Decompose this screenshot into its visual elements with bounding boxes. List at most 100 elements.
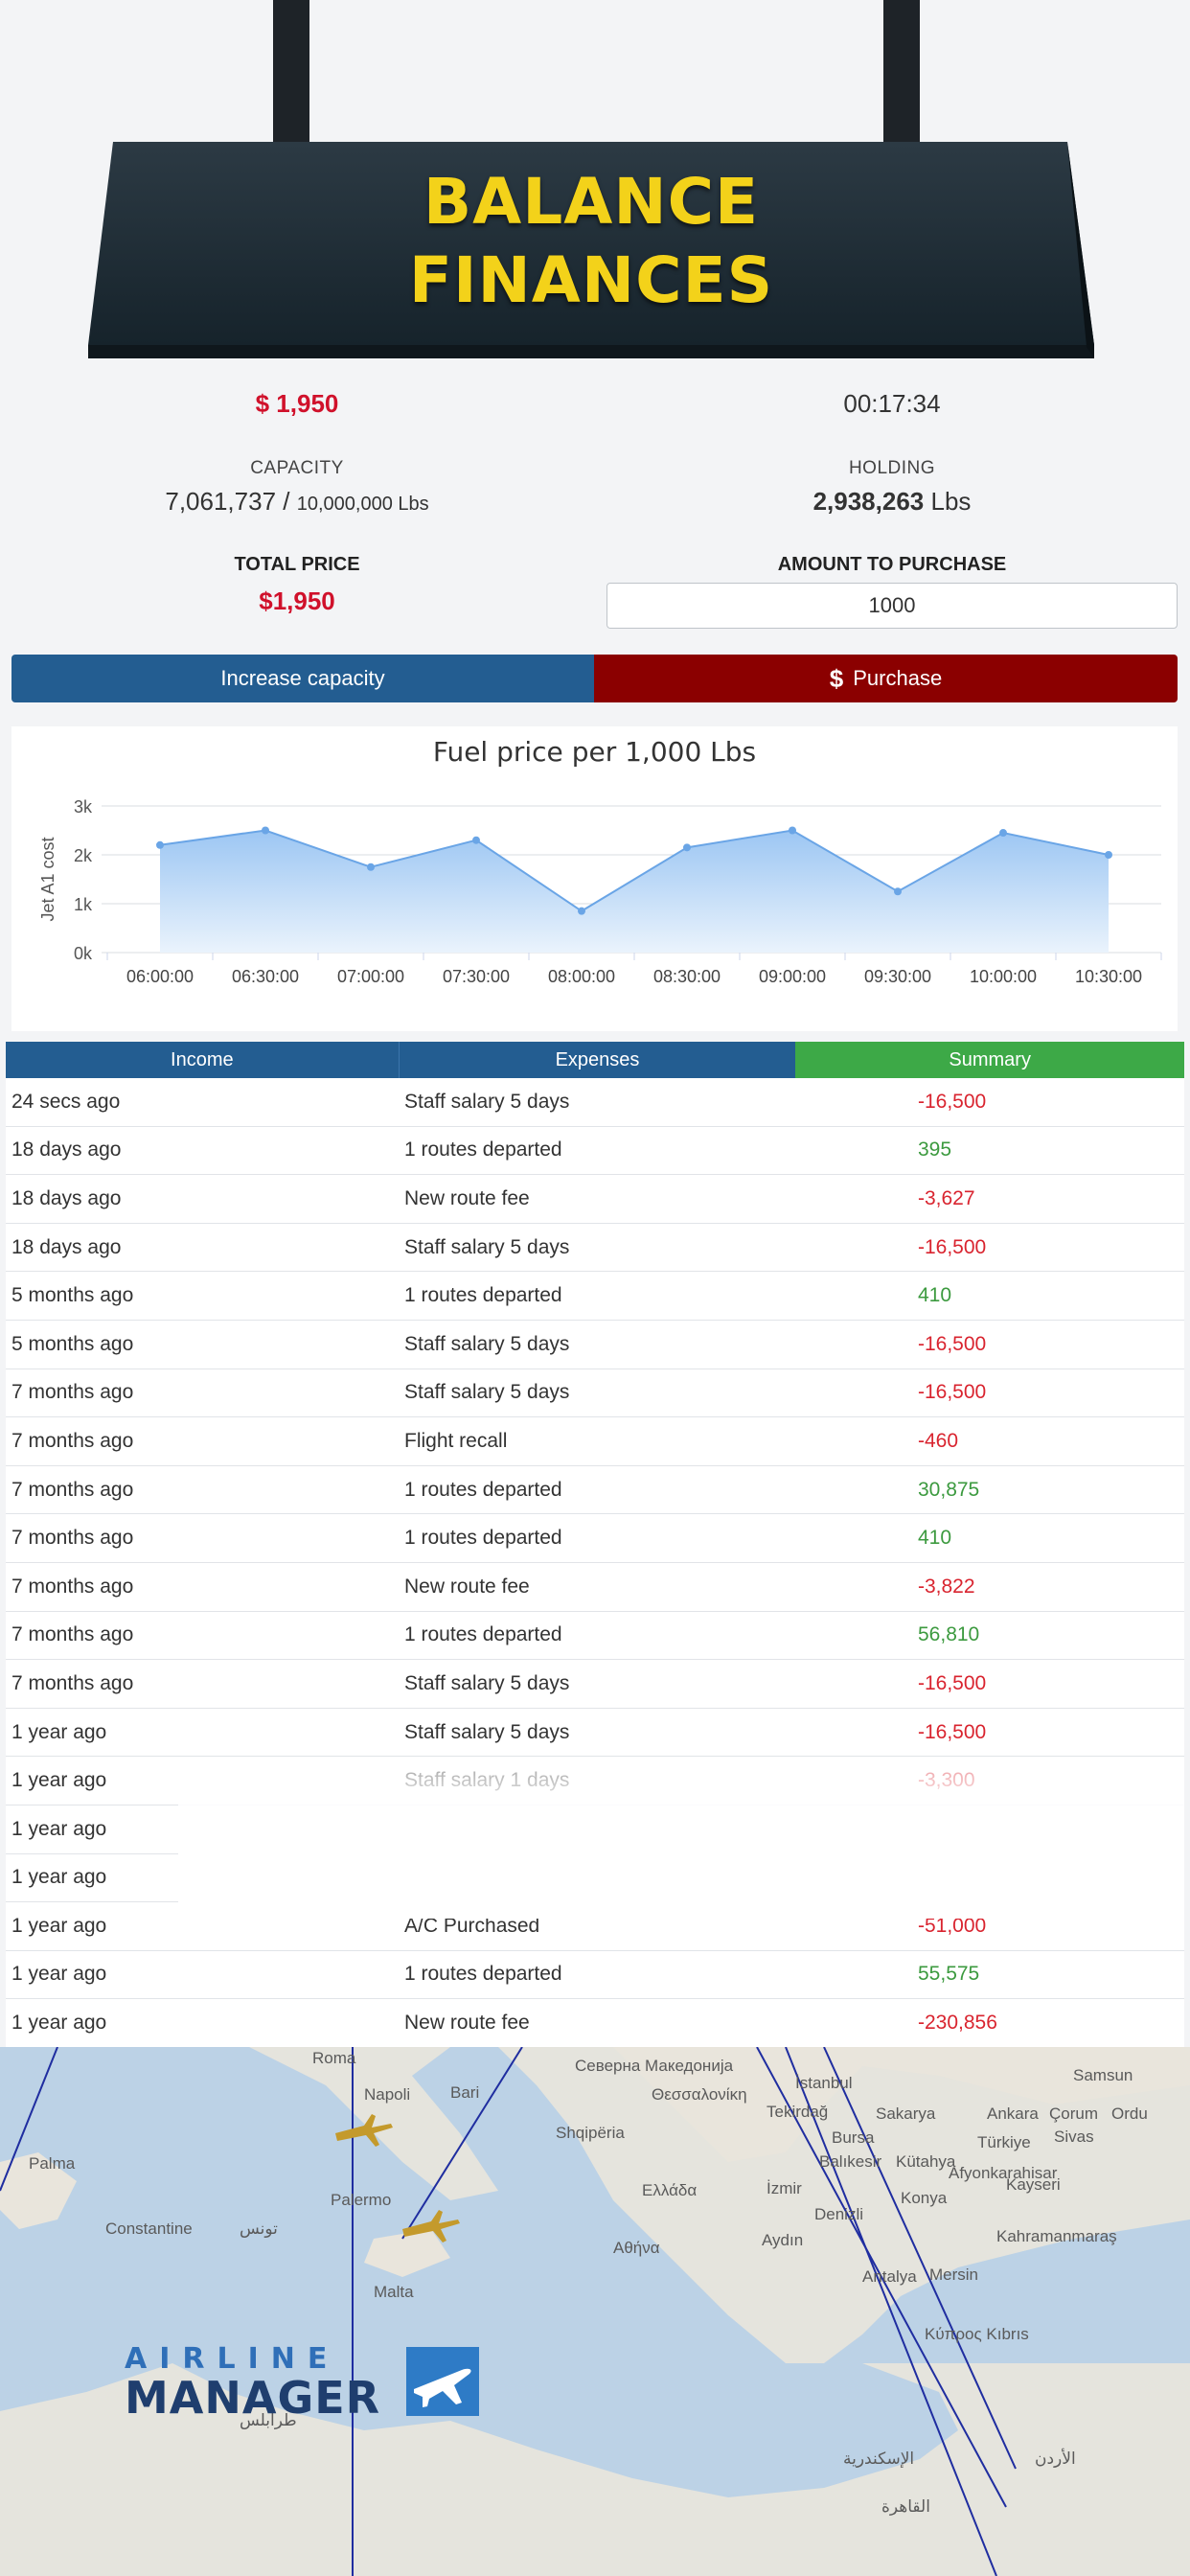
- transaction-time: 7 months ago: [11, 1429, 134, 1452]
- dollar-icon: $: [829, 663, 844, 693]
- total-price-value: $1,950: [259, 586, 335, 615]
- balance-finances-sign: BALANCE FINANCES: [88, 142, 1094, 380]
- transaction-description: Staff salary 5 days: [404, 1090, 570, 1113]
- transaction-row: 1 year ago New route fee -230,856: [6, 1999, 1184, 2048]
- tab-income[interactable]: Income: [6, 1042, 399, 1078]
- map-place-label: Северна Македонија: [575, 2057, 734, 2075]
- data-point: [683, 843, 691, 852]
- transaction-time: 18 days ago: [11, 1186, 122, 1209]
- map-place-label: Konya: [901, 2189, 948, 2207]
- map-place-label: Ελλάδα: [642, 2181, 698, 2199]
- map-place-label: Mersin: [929, 2266, 979, 2284]
- transaction-row: 7 months ago Flight recall -460: [6, 1417, 1184, 1466]
- transaction-time: 18 days ago: [11, 1235, 122, 1258]
- amount-to-purchase-label: AMOUNT TO PURCHASE: [777, 554, 1007, 575]
- map-place-label: Constantine: [105, 2220, 193, 2238]
- transaction-amount: -460: [918, 1429, 959, 1452]
- transaction-description: New route fee: [404, 1575, 530, 1598]
- transaction-time: 7 months ago: [11, 1527, 134, 1550]
- transaction-time: 5 months ago: [11, 1284, 134, 1307]
- amount-to-purchase-input[interactable]: [606, 583, 1178, 629]
- y-tick-label: 2k: [74, 846, 93, 865]
- x-tick-label: 08:30:00: [653, 967, 721, 986]
- transaction-row: 7 months ago 1 routes departed 410: [6, 1514, 1184, 1563]
- holding-amount: 2,938,263: [812, 487, 925, 516]
- transaction-amount: 56,810: [918, 1623, 980, 1646]
- data-point: [999, 829, 1007, 838]
- chart-svg: 0k 1k 2k 3k 06:00:00 06:30:00 07:00:00 07:30:00…: [38, 797, 1162, 986]
- map-place-label: Αθήνα: [613, 2239, 660, 2257]
- map-place-label: İstanbul: [795, 2074, 853, 2092]
- capacity-separator: /: [283, 487, 290, 516]
- sign-post-right: [883, 0, 920, 153]
- map-place-label: تونس: [240, 2220, 278, 2238]
- transaction-amount: -16,500: [918, 1090, 987, 1113]
- map-place-label: Sivas: [1054, 2128, 1094, 2146]
- capacity-current: 7,061,737: [165, 487, 277, 516]
- transaction-amount: -16,500: [918, 1381, 987, 1404]
- transaction-row: 7 months ago 1 routes departed 56,810: [6, 1612, 1184, 1661]
- transaction-description: New route fee: [404, 2012, 530, 2035]
- map-place-label: Bari: [450, 2083, 480, 2102]
- transaction-amount: 55,575: [918, 1963, 980, 1986]
- y-tick-label: 1k: [74, 895, 93, 914]
- data-point: [156, 840, 164, 849]
- purchase-button[interactable]: $ Purchase: [594, 655, 1178, 702]
- transaction-amount: -16,500: [918, 1671, 987, 1694]
- transaction-amount: 410: [918, 1527, 952, 1550]
- transaction-description: Staff salary 5 days: [404, 1381, 570, 1404]
- fuel-price: $ 1,950: [255, 389, 339, 418]
- transaction-amount: -16,500: [918, 1235, 987, 1258]
- transaction-row: 7 months ago New route fee -3,822: [6, 1563, 1184, 1612]
- transaction-row: 1 year ago 1 routes departed 55,575: [6, 1951, 1184, 2000]
- tab-summary[interactable]: Summary: [795, 1042, 1184, 1078]
- transaction-time: 7 months ago: [11, 1478, 134, 1501]
- transaction-description: New route fee: [404, 1186, 530, 1209]
- map-place-label: Balıkesir: [819, 2152, 882, 2171]
- map-place-label: Tekirdağ: [767, 2103, 829, 2121]
- map-place-label: Kahramanmaraş: [996, 2227, 1117, 2245]
- purchase-label: Purchase: [853, 666, 943, 690]
- transaction-time: 7 months ago: [11, 1671, 134, 1694]
- transaction-description: Staff salary 5 days: [404, 1720, 570, 1743]
- transaction-time: 1 year ago: [11, 1720, 107, 1743]
- logo-bottom-text: MANAGER: [125, 2372, 381, 2424]
- transaction-row: 5 months ago 1 routes departed 410: [6, 1272, 1184, 1321]
- x-tick-label: 10:00:00: [970, 967, 1037, 986]
- holding-value: 2,938,263 Lbs: [594, 487, 1190, 517]
- airplane-icon-graphic: [414, 2368, 471, 2407]
- increase-capacity-button[interactable]: Increase capacity: [11, 655, 594, 702]
- capacity-value: 7,061,737 / 10,000,000 Lbs: [0, 487, 594, 517]
- transaction-row: 7 months ago 1 routes departed 30,875: [6, 1466, 1184, 1515]
- transaction-row: 18 days ago New route fee -3,627: [6, 1175, 1184, 1224]
- transaction-amount: 410: [918, 1284, 952, 1307]
- series-area: [160, 830, 1109, 953]
- transaction-time: 7 months ago: [11, 1575, 134, 1598]
- map-place-label: Sakarya: [876, 2104, 936, 2123]
- total-price-label: TOTAL PRICE: [234, 554, 360, 575]
- transaction-amount: 30,875: [918, 1478, 980, 1501]
- transaction-description: 1 routes departed: [404, 1527, 562, 1550]
- map-place-label: Aydın: [762, 2231, 804, 2249]
- map-place-label: Palma: [29, 2154, 76, 2173]
- transaction-row: 18 days ago Staff salary 5 days -16,500: [6, 1224, 1184, 1273]
- x-tick-label: 06:00:00: [126, 967, 194, 986]
- transaction-description: Staff salary 5 days: [404, 1235, 570, 1258]
- map-place-label: Çorum: [1049, 2104, 1099, 2123]
- transaction-amount: 395: [918, 1138, 952, 1162]
- data-point: [367, 862, 375, 871]
- transaction-row: 1 year ago Staff salary 5 days -16,500: [6, 1709, 1184, 1758]
- map-place-label: Κύπρος Kıbrıs: [925, 2325, 1029, 2343]
- map-place-label: Türkiye: [977, 2133, 1031, 2151]
- holding-unit: Lbs: [930, 487, 972, 516]
- holding-label: HOLDING: [848, 458, 936, 478]
- transaction-description: 1 routes departed: [404, 1623, 562, 1646]
- transaction-time: 7 months ago: [11, 1623, 134, 1646]
- map-place-label: Roma: [312, 2049, 356, 2067]
- transaction-row: 18 days ago 1 routes departed 395: [6, 1127, 1184, 1176]
- fuel-price-chart: Fuel price per 1,000 Lbs 0k 1k 2k 3k 06:00:0…: [11, 726, 1178, 1031]
- map-place-label: Ankara: [987, 2104, 1039, 2123]
- map-place-label: الأردن: [1035, 2450, 1076, 2468]
- tab-expenses[interactable]: Expenses: [398, 1042, 796, 1078]
- capacity-max: 10,000,000 Lbs: [296, 494, 429, 515]
